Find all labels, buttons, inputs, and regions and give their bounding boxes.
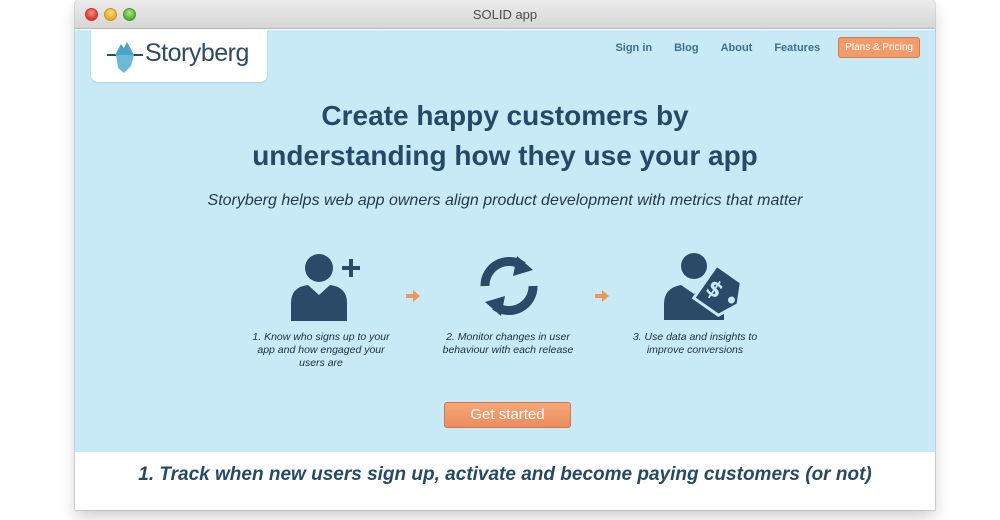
logo-text: Storyberg <box>145 39 249 67</box>
step-2-text: 2. Monitor changes in user behaviour wit… <box>442 331 574 356</box>
arrow-right-icon <box>595 290 609 302</box>
nav-sign-in[interactable]: Sign in <box>615 42 652 54</box>
step-3-text: 3. Use data and insights to improve conv… <box>632 331 758 356</box>
refresh-cycle-icon <box>480 256 538 316</box>
headline-line-2: understanding how they use your app <box>252 140 758 171</box>
step-1-text: 1. Know who signs up to your app and how… <box>252 331 390 369</box>
hero-subline: Storyberg helps web app owners align pro… <box>207 192 803 209</box>
logo[interactable]: Storyberg <box>91 30 267 82</box>
plans-pricing-button[interactable]: Plans & Pricing <box>838 37 920 58</box>
iceberg-logo-icon <box>107 42 143 73</box>
title-bar: SOLID app <box>75 0 935 29</box>
top-nav: Sign in Blog About Features Plans & Pric… <box>593 37 920 58</box>
arrow-right-icon <box>406 290 420 302</box>
nav-features[interactable]: Features <box>774 42 820 54</box>
add-user-icon <box>291 254 360 321</box>
section-title: 1. Track when new users sign up, activat… <box>138 464 872 485</box>
window-title: SOLID app <box>472 7 538 22</box>
get-started-button[interactable]: Get started <box>444 402 571 428</box>
browser-window: SOLID app Storyberg Sign in Blog About F… <box>75 0 935 510</box>
user-price-tag-icon: $ <box>664 253 743 320</box>
nav-about[interactable]: About <box>721 42 753 54</box>
hero-headline: Create happy customers by understanding … <box>75 96 935 176</box>
headline-line-1: Create happy customers by <box>321 100 689 131</box>
nav-blog[interactable]: Blog <box>674 42 698 54</box>
hero-section: Storyberg Sign in Blog About Features Pl… <box>75 30 935 452</box>
